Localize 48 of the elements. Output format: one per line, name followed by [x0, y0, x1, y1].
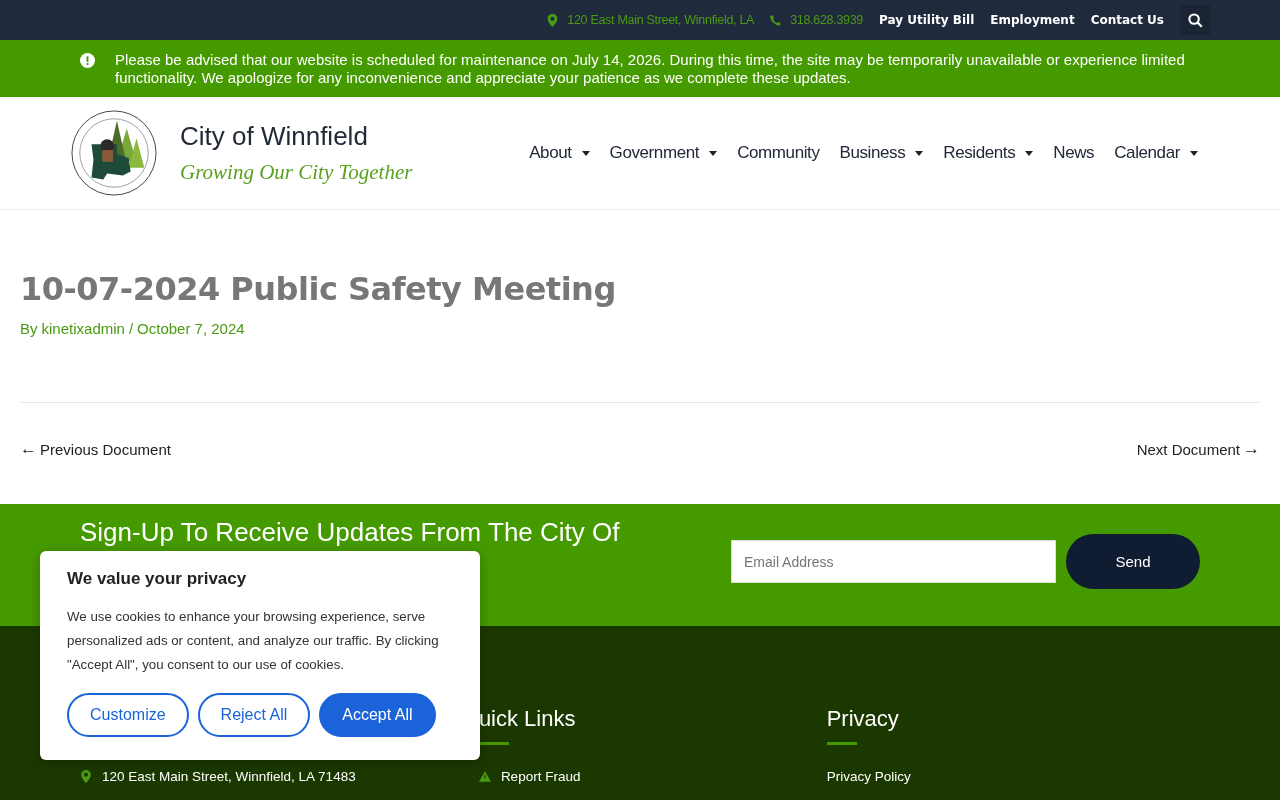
seal-logo[interactable]: [70, 109, 158, 197]
nav-item[interactable]: Residents: [943, 143, 1034, 163]
cookie-option-button[interactable]: Customize: [67, 693, 189, 737]
nav-item[interactable]: Government: [609, 143, 718, 163]
caret-icon[interactable]: [1025, 150, 1034, 156]
cookie-option-button[interactable]: Reject All: [197, 693, 311, 737]
signup-heading: Sign-Up To Receive Updates From The City Of: [80, 516, 621, 549]
post-date: October 7, 2024: [137, 320, 245, 337]
nav-item[interactable]: Business: [839, 143, 924, 163]
pin-icon: [80, 770, 92, 783]
notice-text: Please be advised that our website is scheduled for maintenance on July 14, 2026. During this time, the site may be temporarily unavailable or experience limited functionality. We apologize for any inconvenience and appreciate your patience as we complete these updates.: [115, 50, 1186, 87]
next-link[interactable]: Next Document →: [1136, 439, 1260, 459]
top-link[interactable]: Contact Us: [1090, 13, 1164, 27]
top-link[interactable]: Employment: [990, 13, 1075, 27]
footer-heading: uick Links: [478, 706, 577, 733]
nav-item[interactable]: News: [1053, 143, 1095, 163]
email-field[interactable]: Email Address: [731, 540, 1056, 583]
address-text: 120 East Main Street, Winnfield, LA 71483: [102, 769, 356, 784]
previous-link[interactable]: ← Previous Document: [20, 439, 171, 459]
cookie-text: We use cookies to enhance your browsing experience, serve personalized ads or content, and analyze our traffic. By clicking "Accept All", you consent to our use of cookies.: [67, 608, 440, 674]
caret-icon[interactable]: [709, 150, 718, 156]
nav-item[interactable]: About: [529, 143, 590, 163]
author-link[interactable]: kinetixadmin: [41, 320, 125, 337]
phone-link[interactable]: 318.628.3939: [790, 13, 863, 27]
meta-separator: /: [128, 320, 134, 337]
byline-label: By: [20, 320, 38, 337]
send-button[interactable]: Send: [1066, 534, 1200, 589]
caret-icon[interactable]: [581, 150, 590, 156]
pin-icon: [547, 13, 559, 27]
warning-icon: [478, 770, 491, 783]
accept-button[interactable]: Accept All: [319, 693, 436, 737]
caret-icon[interactable]: [915, 150, 924, 156]
article-title: 10-07-2024 Public Safety Meeting: [20, 270, 617, 308]
footer-heading: Privacy: [826, 706, 900, 733]
search-icon[interactable]: [1187, 12, 1203, 28]
top-link[interactable]: Pay Utility Bill: [879, 13, 975, 27]
phone-icon: [770, 13, 782, 27]
footer-link[interactable]: Report Fraud: [500, 769, 581, 784]
site-title[interactable]: City of Winnfield: [180, 121, 413, 152]
nav-item[interactable]: Community: [737, 143, 820, 163]
footer-link[interactable]: Privacy Policy: [826, 769, 911, 784]
caret-icon[interactable]: [1190, 150, 1198, 156]
nav-item[interactable]: Calendar: [1114, 143, 1198, 163]
alert-icon: [80, 53, 95, 68]
search-button[interactable]: [1180, 5, 1210, 35]
address-text: 120 East Main Street, Winnfield, LA: [567, 13, 755, 27]
tagline: Growing Our City Together: [180, 160, 413, 185]
cookie-title: We value your privacy: [67, 569, 248, 589]
